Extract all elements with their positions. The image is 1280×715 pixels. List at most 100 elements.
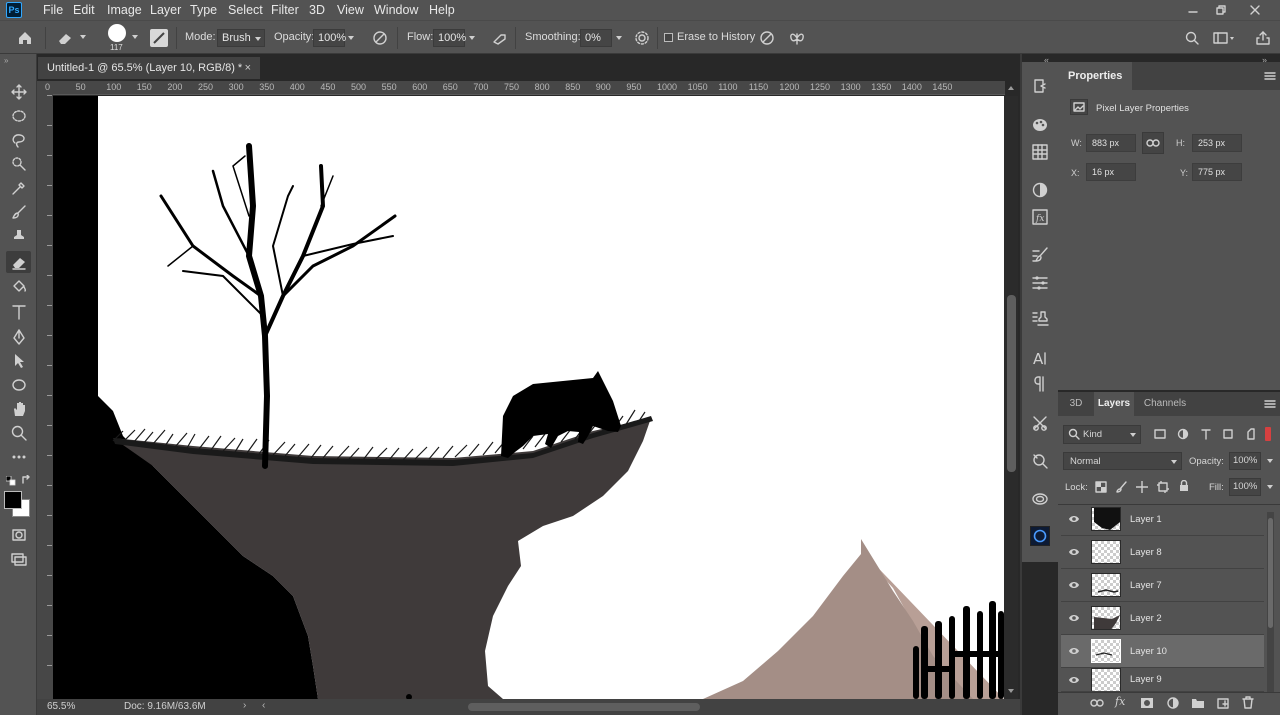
brush-settings-panel-icon[interactable] [1030,245,1050,265]
document-tab[interactable]: Untitled-1 @ 65.5% (Layer 10, RGB/8) * × [38,57,260,79]
airbrush-icon[interactable] [491,30,509,49]
quick-mask-icon[interactable] [6,524,31,546]
menu-view[interactable]: View [330,0,371,20]
delete-layer-trash-icon[interactable] [1241,696,1255,712]
lock-all-icon[interactable] [1178,479,1190,495]
screen-mode-icon[interactable] [6,548,31,570]
vertical-ruler[interactable] [37,95,53,700]
navigator-icon[interactable] [1030,451,1050,471]
eyedropper-tool-icon[interactable] [6,177,31,199]
layer-row-layer-2[interactable]: Layer 2 [1061,602,1264,635]
flow-dropdown[interactable] [465,29,479,47]
lock-image-icon[interactable] [1116,481,1128,496]
scroll-up-arrow[interactable] [1008,86,1014,90]
mode-select[interactable]: Brush [217,29,265,47]
move-tool-icon[interactable] [6,81,31,103]
filter-pixel-icon[interactable] [1154,428,1166,443]
menu-help[interactable]: Help [422,0,462,20]
properties-menu-icon[interactable] [1264,71,1276,84]
layer-row-layer-10[interactable]: Layer 10 [1061,635,1264,668]
new-layer-icon[interactable] [1216,697,1230,712]
height-input[interactable]: 253 px [1192,134,1242,152]
path-selection-tool-icon[interactable] [6,350,31,372]
home-icon[interactable] [16,29,34,50]
layer-name[interactable]: Layer 9 [1130,674,1162,685]
scroll-down-arrow[interactable] [1008,689,1014,693]
restore-icon[interactable] [1206,0,1236,20]
new-group-folder-icon[interactable] [1191,697,1205,712]
opacity-input[interactable]: 100% [313,29,346,47]
color-palette-icon[interactable] [1030,115,1050,135]
clone-source-icon[interactable] [1030,308,1050,328]
layer-row-layer-1[interactable]: Layer 1 [1061,503,1264,536]
horizontal-ruler[interactable]: 0 50 100 150 200 250 300 350 400 450 500 550 600 650 7… [45,81,1005,95]
filter-type-icon[interactable] [1200,428,1212,443]
x-input[interactable]: 16 px [1086,163,1136,181]
stamp-tool-icon[interactable] [6,225,31,247]
filter-adjustment-icon[interactable] [1177,428,1189,443]
y-input[interactable]: 775 px [1192,163,1242,181]
paragraph-icon[interactable] [1030,374,1050,394]
new-adjustment-layer-icon[interactable] [1166,697,1180,712]
quick-selection-tool-icon[interactable] [6,153,31,175]
styles-fx-icon[interactable]: fx [1030,207,1050,227]
minimize-icon[interactable] [1178,0,1208,20]
layer-name[interactable]: Layer 7 [1130,580,1162,591]
hand-tool-icon[interactable] [6,398,31,420]
tab-3d[interactable]: 3D [1058,392,1094,416]
layer-name[interactable]: Layer 2 [1130,613,1162,624]
menu-image[interactable]: Image [100,0,149,20]
history-icon[interactable] [1030,76,1050,96]
smoothing-input[interactable]: 0% [580,29,612,47]
workspace-icon[interactable] [1212,30,1236,49]
zoom-tool-icon[interactable] [6,422,31,444]
pressure-size-icon[interactable] [758,30,776,49]
menu-3d[interactable]: 3D [302,0,332,20]
link-layers-icon[interactable] [1090,697,1104,712]
smoothing-dropdown[interactable] [612,29,626,47]
add-mask-icon[interactable] [1140,697,1154,712]
visibility-eye-icon[interactable] [1061,646,1087,656]
menu-filter[interactable]: Filter [264,0,306,20]
layer-row-layer-7[interactable]: Layer 7 [1061,569,1264,602]
libraries-cloud-icon[interactable] [1030,489,1050,509]
horizontal-scroll-thumb[interactable] [468,703,700,711]
smoothing-options-gear-icon[interactable] [634,30,650,49]
filter-kind-select[interactable]: Kind [1063,425,1141,444]
visibility-eye-icon[interactable] [1061,613,1087,623]
tab-properties[interactable]: Properties [1058,62,1133,90]
brush-picker-dropdown[interactable] [132,35,138,39]
brush-tool-icon[interactable] [6,201,31,223]
menu-layer[interactable]: Layer [143,0,188,20]
default-colors-icon[interactable] [5,475,16,489]
symmetry-butterfly-icon[interactable] [788,30,806,49]
filter-toggle-switch[interactable] [1265,427,1271,441]
close-tab-icon[interactable]: × [245,57,251,79]
visibility-eye-icon[interactable] [1061,514,1087,524]
marquee-tool-icon[interactable] [6,105,31,127]
lock-transparent-icon[interactable] [1095,481,1107,496]
layer-row-layer-8[interactable]: Layer 8 [1061,536,1264,569]
layers-scroll-thumb[interactable] [1268,518,1273,628]
opacity-dropdown[interactable] [344,29,358,47]
layer-opacity-dropdown[interactable] [1264,452,1276,470]
foreground-color-swatch[interactable] [4,491,22,509]
scroll-left-arrow-icon[interactable]: ‹ [262,700,265,711]
collapse-toolbar-icon[interactable]: » [4,56,8,65]
menu-type[interactable]: Type [183,0,224,20]
filter-shape-icon[interactable] [1222,428,1234,443]
search-icon[interactable] [1184,30,1200,49]
layer-style-fx-icon[interactable]: fx [1115,695,1125,708]
visibility-eye-icon[interactable] [1061,675,1087,685]
lasso-tool-icon[interactable] [6,129,31,151]
filter-smart-object-icon[interactable] [1245,428,1257,443]
layer-name[interactable]: Layer 8 [1130,547,1162,558]
lock-artboard-icon[interactable] [1156,480,1170,496]
zoom-level[interactable]: 65.5% [47,701,75,712]
swatches-grid-icon[interactable] [1030,142,1050,162]
erase-to-history-checkbox[interactable] [664,33,673,42]
menu-select[interactable]: Select [221,0,270,20]
fill-input[interactable]: 100% [1229,478,1261,496]
fill-dropdown[interactable] [1264,478,1276,496]
menu-window[interactable]: Window [367,0,425,20]
